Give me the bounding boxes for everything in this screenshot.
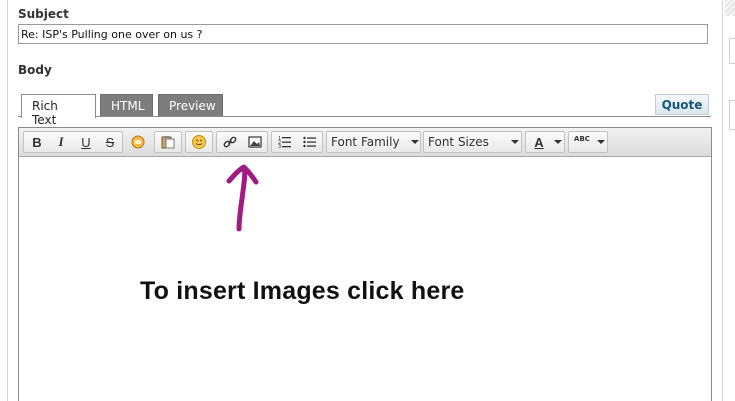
font-family-label: Font Family <box>331 135 400 149</box>
cleanup-icon[interactable] <box>126 132 150 152</box>
tab-divider <box>18 116 711 117</box>
page-right-border <box>722 0 723 401</box>
italic-icon[interactable]: I <box>49 132 73 152</box>
bold-icon[interactable]: B <box>25 132 49 152</box>
spellcheck-icon[interactable]: ABC <box>570 132 594 152</box>
ordered-list-icon[interactable]: 123 <box>273 132 297 152</box>
link-icon[interactable] <box>218 132 242 152</box>
list-group: 123 <box>271 131 323 153</box>
paste-group <box>154 131 182 153</box>
format-group: B I U S <box>23 131 123 153</box>
smiley-icon[interactable] <box>187 132 211 152</box>
strikethrough-icon[interactable]: S <box>98 132 122 152</box>
spellcheck-picker[interactable]: ABC <box>568 131 608 153</box>
subject-label: Subject <box>18 7 69 21</box>
side-panel-edge <box>729 100 735 130</box>
chevron-down-icon <box>511 140 519 144</box>
tab-html[interactable]: HTML <box>100 94 153 117</box>
side-panel-edge <box>729 38 735 64</box>
paste-icon[interactable] <box>156 132 180 152</box>
annotation-arrow-icon <box>226 164 259 232</box>
tab-preview[interactable]: Preview <box>158 94 223 117</box>
svg-text:3: 3 <box>278 144 281 150</box>
smiley-group <box>185 131 213 153</box>
page-left-border <box>7 0 8 401</box>
quote-button[interactable]: Quote <box>655 94 709 115</box>
font-family-select[interactable]: Font Family <box>326 131 421 153</box>
underline-icon[interactable]: U <box>74 132 98 152</box>
unordered-list-icon[interactable] <box>298 132 322 152</box>
rich-text-editor: B I U S 1 2 3 Font Family Font Sizes A A… <box>18 127 712 401</box>
image-icon[interactable] <box>243 132 267 152</box>
corner-pattern <box>725 0 735 16</box>
subject-input[interactable] <box>18 24 708 44</box>
body-label: Body <box>18 63 52 77</box>
chevron-down-icon <box>554 140 562 144</box>
text-color-icon[interactable]: A <box>527 132 551 152</box>
chevron-down-icon <box>597 140 605 144</box>
insert-group <box>216 131 268 153</box>
chevron-down-icon <box>411 140 419 144</box>
tab-rich-text[interactable]: Rich Text <box>21 94 96 127</box>
annotation-text: To insert Images click here <box>140 277 465 305</box>
font-sizes-select[interactable]: Font Sizes <box>423 131 522 153</box>
editor-toolbar: B I U S 1 2 3 Font Family Font Sizes A A… <box>19 128 711 157</box>
editor-content-area[interactable]: To insert Images click here <box>19 158 711 401</box>
text-color-picker[interactable]: A <box>525 131 565 153</box>
font-sizes-label: Font Sizes <box>428 135 489 149</box>
